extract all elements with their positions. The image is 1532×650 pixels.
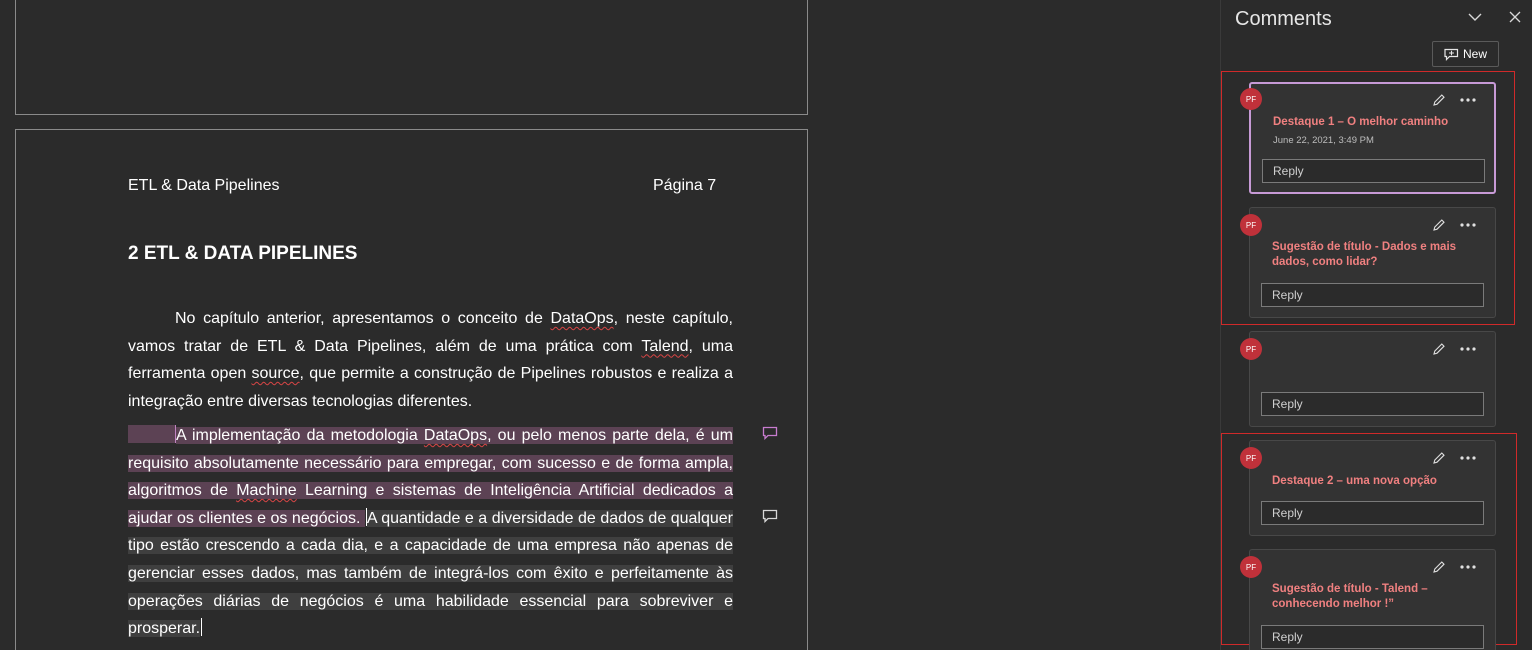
new-comment-icon [1444,48,1459,61]
comment-icon[interactable] [762,426,778,440]
more-options-icon[interactable] [1459,564,1477,570]
comment-icon[interactable] [762,509,778,523]
paragraph-intro[interactable]: No capítulo anterior, apresentamos o con… [128,305,733,415]
edit-icon[interactable] [1432,93,1446,107]
comments-pane: Comments New Destaque 1 – O melhor camin… [1220,0,1532,650]
avatar: PF [1240,88,1262,110]
paragraph-text: A implementação da metodologia [176,427,424,444]
spellcheck-word[interactable]: Machine [236,482,296,499]
comment-text: Sugestão de título - Talend – conhecendo… [1272,583,1428,610]
avatar: PF [1240,447,1262,469]
reply-input[interactable] [1261,392,1484,416]
spellcheck-word[interactable]: DataOps [424,427,487,444]
page-header-number: Página 7 [653,177,717,194]
chevron-down-icon[interactable] [1467,10,1483,24]
avatar: PF [1240,556,1262,578]
spellcheck-word[interactable]: DataOps [551,310,614,327]
comment-card[interactable]: Destaque 1 – O melhor caminho June 22, 2… [1249,82,1496,194]
avatar: PF [1240,214,1262,236]
first-line-indent [128,425,175,443]
more-options-icon[interactable] [1459,346,1477,352]
reply-input[interactable] [1261,625,1484,649]
edit-icon[interactable] [1432,560,1446,574]
more-options-icon[interactable] [1459,97,1477,103]
paragraph-text: No capítulo anterior, apresentamos o con… [175,310,551,327]
edit-icon[interactable] [1432,342,1446,356]
more-options-icon[interactable] [1459,222,1477,228]
edit-icon[interactable] [1432,218,1446,232]
comment-text: Destaque 1 – O melhor caminho [1273,116,1449,128]
new-comment-button[interactable]: New [1432,41,1499,67]
comment-card[interactable] [1249,331,1496,427]
more-options-icon[interactable] [1459,455,1477,461]
edit-icon[interactable] [1432,451,1446,465]
comment-card[interactable]: Sugestão de título - Dados e mais dados,… [1249,207,1496,318]
new-comment-label: New [1462,47,1487,61]
close-icon[interactable] [1508,10,1522,24]
comment-date: June 22, 2021, 3:49 PM [1273,135,1374,146]
text-cursor [201,618,203,637]
reply-input[interactable] [1261,501,1484,525]
comments-pane-title: Comments [1235,8,1332,30]
comment-card[interactable]: Destaque 2 – uma nova opção [1249,440,1496,536]
comment-text: Destaque 2 – uma nova opção [1272,475,1437,487]
spellcheck-word[interactable]: Talend [641,338,688,355]
chapter-heading[interactable]: 2 ETL & DATA PIPELINES [128,243,357,265]
spellcheck-word[interactable]: source [252,365,300,382]
page-header-title: ETL & Data Pipelines [128,177,280,194]
current-page[interactable]: ETL & Data Pipelines Página 7 2 ETL & DA… [15,129,808,650]
paragraph-commented[interactable]: A implementação da metodologia DataOps, … [128,422,734,643]
avatar: PF [1240,338,1262,360]
comment-card[interactable]: Sugestão de título - Talend – conhecendo… [1249,549,1496,650]
reply-input[interactable] [1262,159,1485,183]
comment-text: Sugestão de título - Dados e mais dados,… [1272,241,1457,268]
highlighted-text[interactable]: A quantidade e a diversidade de dados de… [128,509,733,638]
previous-page [15,0,808,115]
reply-input[interactable] [1261,283,1484,307]
document-canvas[interactable]: ETL & Data Pipelines Página 7 2 ETL & DA… [0,0,1220,650]
